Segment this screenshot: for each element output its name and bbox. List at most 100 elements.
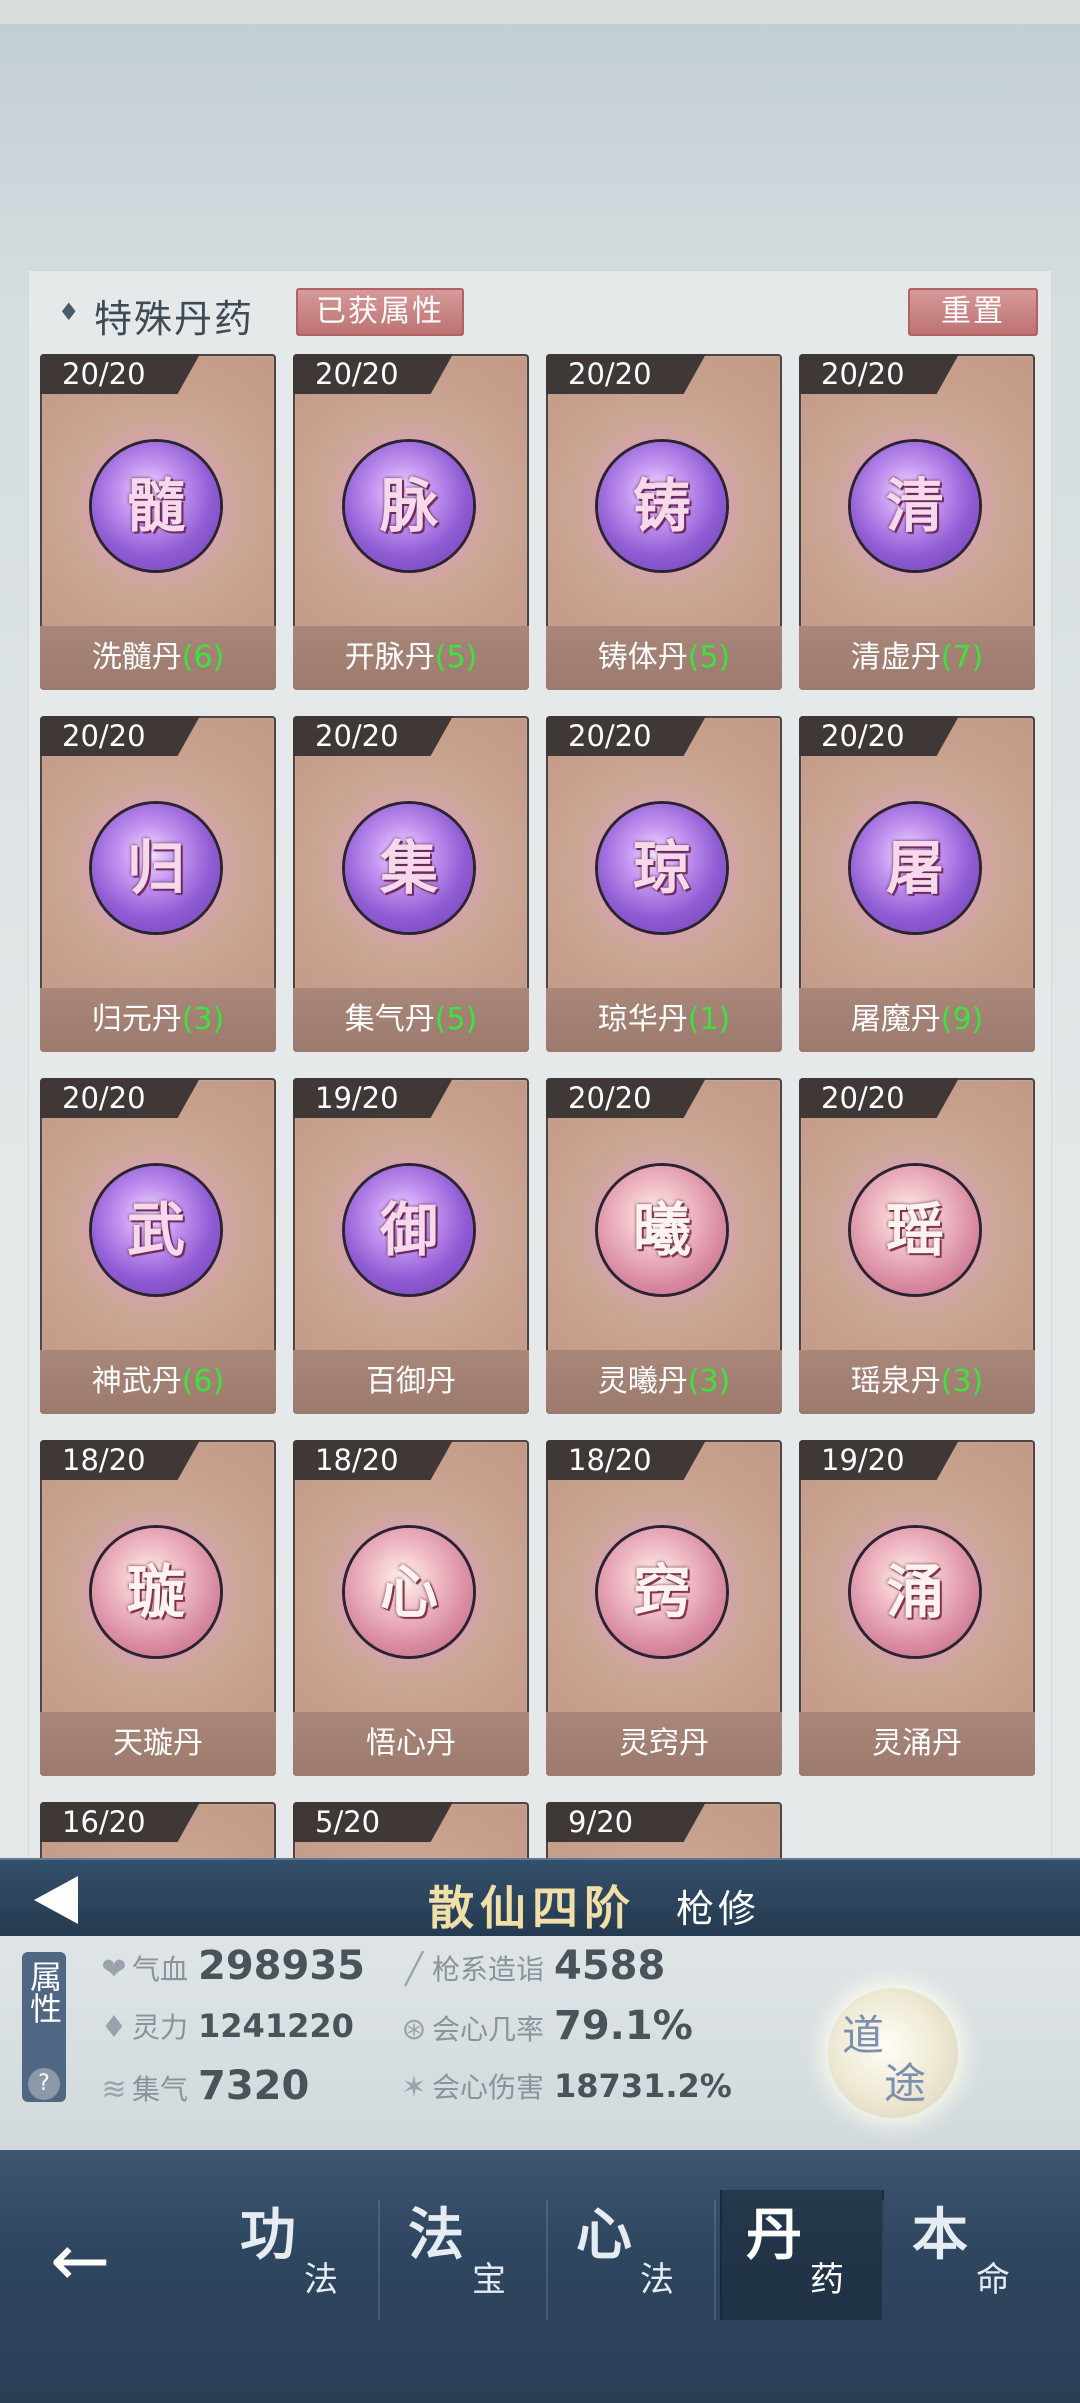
pill-card[interactable]: 20/20 曦灵曦丹(3) — [546, 1078, 782, 1414]
pill-count: 18/20 — [546, 1440, 706, 1480]
pill-name-bar: 归元丹(3) — [40, 988, 276, 1052]
pill-card[interactable]: 20/20 武神武丹(6) — [40, 1078, 276, 1414]
swirl-icon: ≋ — [101, 2072, 127, 2107]
pill-name: 灵涌丹 — [872, 1726, 962, 1761]
pill-card[interactable]: 20/20 铸铸体丹(5) — [546, 354, 782, 690]
pill-card[interactable]: 18/20 璇天璇丹 — [40, 1440, 276, 1776]
dao-path-button[interactable]: 道 途 — [828, 1988, 958, 2118]
stat-crit-dmg-label: 会心伤害 — [432, 2071, 545, 2104]
pill-card[interactable]: 20/20 屠屠魔丹(9) — [799, 716, 1035, 1052]
stat-crit-rate-value: 79.1% — [554, 2003, 693, 2049]
pill-name-bar: 灵窍丹 — [546, 1712, 782, 1776]
stat-hp-value: 298935 — [198, 1943, 366, 1989]
back-arrow-icon[interactable] — [34, 1876, 78, 1924]
pill-card[interactable]: 18/20 心悟心丹 — [293, 1440, 529, 1776]
help-icon[interactable]: ? — [28, 2068, 60, 2100]
pill-level: (6) — [181, 640, 225, 675]
nav-tab-0[interactable]: 功法 — [216, 2190, 376, 2320]
stat-crit-rate-label: 会心几率 — [432, 2013, 545, 2046]
pill-count: 20/20 — [799, 1078, 959, 1118]
pill-count: 20/20 — [799, 354, 959, 394]
realm-label: 散仙四阶 — [428, 1881, 636, 1935]
stat-crit-dmg: ✶ 会心伤害 18731.2% — [396, 2060, 731, 2112]
stat-hp-label: 气血 — [132, 1953, 189, 1986]
stat-hp: ❤ 气血 298935 — [96, 1940, 365, 1992]
pill-orb-char: 涌 — [885, 1558, 944, 1626]
pill-orb-char: 屠 — [885, 834, 944, 902]
pill-level: (5) — [687, 640, 731, 675]
pill-orb-char: 髓 — [126, 472, 185, 540]
diamond-icon: ♦ — [58, 298, 80, 326]
pill-level: (3) — [181, 1002, 225, 1037]
pill-name: 屠魔丹 — [850, 1002, 941, 1037]
pill-card[interactable]: 20/20 归归元丹(3) — [40, 716, 276, 1052]
pill-name-bar: 瑶泉丹(3) — [799, 1350, 1035, 1414]
nav-tab-big: 法 — [408, 2202, 464, 2268]
nav-separator — [714, 2200, 716, 2320]
special-pills-panel: ♦ 特殊丹药 已获属性 重置 20/20 髓洗髓丹(6) 20/20 脉开脉丹(5) 2… — [28, 270, 1052, 1860]
crit-rate-icon: ⊛ — [401, 2012, 427, 2047]
pill-card[interactable]: 20/20 瑶瑶泉丹(3) — [799, 1078, 1035, 1414]
pill-name: 瑶泉丹 — [850, 1364, 941, 1399]
pill-card[interactable]: 9/20 — [546, 1802, 782, 1860]
pill-card[interactable]: 20/20 琼琼华丹(1) — [546, 716, 782, 1052]
pill-card[interactable]: 20/20 脉开脉丹(5) — [293, 354, 529, 690]
obtained-attributes-button[interactable]: 已获属性 — [296, 288, 464, 336]
nav-tab-3[interactable]: 丹药 — [720, 2190, 884, 2320]
pill-orb-icon: 集 — [345, 804, 473, 932]
attributes-tab-label: 属性 — [25, 1960, 63, 2024]
pill-name: 百御丹 — [366, 1364, 456, 1399]
drop-icon: ♦ — [100, 2010, 128, 2045]
stat-qi-label: 集气 — [132, 2073, 189, 2106]
pill-orb-char: 御 — [379, 1196, 438, 1264]
nav-tab-small: 宝 — [472, 2260, 506, 2300]
pill-card[interactable]: 19/20 御百御丹 — [293, 1078, 529, 1414]
pill-orb-icon: 琼 — [598, 804, 726, 932]
section-title: 特殊丹药 — [94, 297, 255, 341]
pill-card[interactable]: 19/20 涌灵涌丹 — [799, 1440, 1035, 1776]
pill-orb-icon: 瑶 — [851, 1166, 979, 1294]
nav-tab-big: 功 — [240, 2202, 296, 2268]
pill-card[interactable]: 20/20 清清虚丹(7) — [799, 354, 1035, 690]
stat-qi-value: 7320 — [198, 2063, 310, 2109]
pill-orb-icon: 清 — [851, 442, 979, 570]
pill-card[interactable]: 16/20 — [40, 1802, 276, 1860]
spear-icon: ╱ — [404, 1952, 424, 1987]
pill-card[interactable]: 5/20 — [293, 1802, 529, 1860]
pill-level: (3) — [687, 1364, 731, 1399]
nav-separator — [882, 2200, 884, 2320]
pill-card[interactable]: 20/20 髓洗髓丹(6) — [40, 354, 276, 690]
stat-mp-label: 灵力 — [132, 2011, 189, 2044]
pill-count: 20/20 — [799, 716, 959, 756]
pill-name: 洗髓丹 — [91, 640, 182, 675]
pill-name: 悟心丹 — [366, 1726, 456, 1761]
pill-orb-char: 瑶 — [885, 1196, 944, 1264]
pill-name: 灵窍丹 — [619, 1726, 709, 1761]
pill-card[interactable]: 20/20 集集气丹(5) — [293, 716, 529, 1052]
pill-orb-char: 曦 — [632, 1196, 691, 1264]
pill-count: 5/20 — [293, 1802, 453, 1842]
nav-separator — [546, 2200, 548, 2320]
class-label: 枪修 — [676, 1887, 761, 1931]
pill-name-bar: 清虚丹(7) — [799, 626, 1035, 690]
pill-card[interactable]: 18/20 窍灵窍丹 — [546, 1440, 782, 1776]
nav-tab-1[interactable]: 法宝 — [384, 2190, 544, 2320]
nav-tab-2[interactable]: 心法 — [552, 2190, 712, 2320]
stat-mp-value: 1241220 — [198, 2007, 354, 2045]
nav-tab-4[interactable]: 本命 — [888, 2190, 1048, 2320]
reset-button[interactable]: 重置 — [908, 288, 1038, 336]
nav-tab-small: 法 — [304, 2260, 338, 2300]
pill-name: 灵曦丹 — [597, 1364, 688, 1399]
pill-orb-char: 窍 — [632, 1558, 691, 1626]
stat-qi: ≋ 集气 7320 — [96, 2060, 309, 2112]
pill-orb-icon: 武 — [92, 1166, 220, 1294]
pill-count: 19/20 — [293, 1078, 453, 1118]
back-arrow-icon[interactable]: ← — [50, 2220, 130, 2300]
pill-level: (7) — [940, 640, 984, 675]
pill-count: 20/20 — [546, 1078, 706, 1118]
pill-name-bar: 琼华丹(1) — [546, 988, 782, 1052]
heart-icon: ❤ — [101, 1952, 127, 1987]
pill-orb-icon: 屠 — [851, 804, 979, 932]
stat-spear: ╱ 枪系造诣 4588 — [396, 1940, 665, 1992]
pill-name: 神武丹 — [91, 1364, 182, 1399]
